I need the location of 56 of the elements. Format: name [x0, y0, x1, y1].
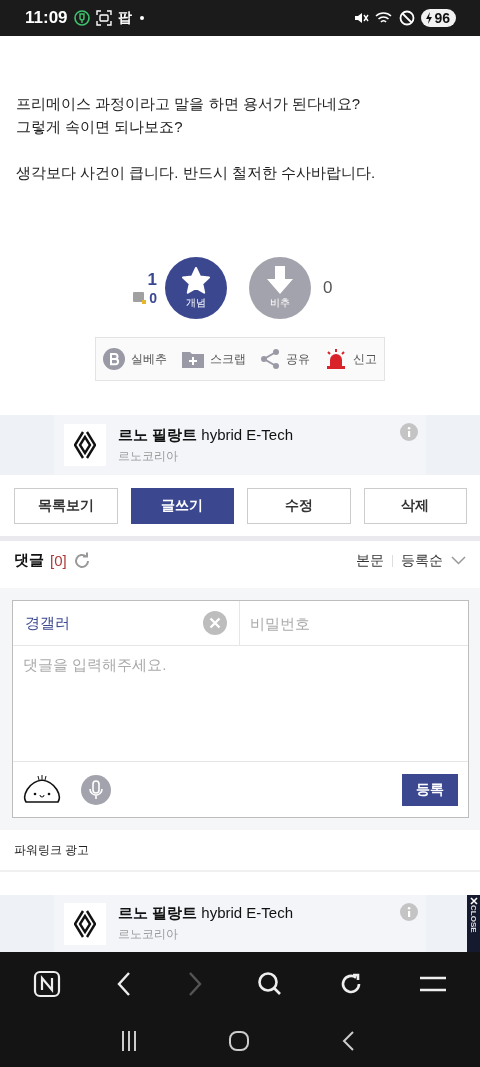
close-icon	[469, 897, 478, 905]
mute-icon	[353, 10, 370, 26]
share-icon	[260, 349, 281, 369]
board-button[interactable]: 글쓰기	[130, 488, 234, 524]
submit-button[interactable]: 등록	[402, 773, 458, 806]
notification-text: 팝	[117, 9, 132, 27]
back-button[interactable]	[116, 970, 132, 997]
back-button[interactable]	[341, 1031, 354, 1051]
app-notification-icon	[73, 10, 90, 26]
board-button[interactable]: 삭제	[363, 488, 467, 524]
advertiser-name: 르노코리아	[118, 926, 179, 943]
comments-title: 댓글	[14, 551, 44, 570]
nickname-field[interactable]: 경갤러	[23, 613, 203, 633]
ad-banner[interactable]: 르노 필랑트 hybrid E-Tech 르노코리아	[54, 415, 426, 475]
ad-title[interactable]: 르노 필랑트 hybrid E-Tech	[118, 425, 294, 445]
password-field[interactable]: 비밀번호	[240, 601, 468, 645]
recommend-button[interactable]: 실베추	[103, 348, 168, 370]
chevron-down-icon[interactable]	[451, 556, 466, 565]
siren-icon	[324, 349, 347, 369]
sort-option[interactable]: 본문	[356, 551, 384, 570]
recents-button[interactable]	[121, 1031, 138, 1051]
do-not-disturb-icon	[399, 10, 416, 26]
refresh-icon[interactable]	[72, 551, 91, 570]
report-button[interactable]: 신고	[324, 349, 377, 369]
diamond-logo-icon	[74, 908, 96, 939]
board-button[interactable]: 수정	[247, 488, 351, 524]
clock-time: 11:09	[25, 8, 68, 28]
home-button[interactable]	[229, 1031, 250, 1051]
board-button[interactable]: 목록보기	[14, 488, 118, 524]
star-icon	[182, 266, 210, 294]
comment-form[interactable]: 경갤러 비밀번호 댓글을 입력해주세요. 등록	[12, 600, 469, 818]
b-badge-icon	[103, 348, 126, 370]
dumpling-emoticon-icon[interactable]	[23, 773, 61, 806]
comment-count: [0]	[50, 552, 67, 569]
share-button[interactable]: 공유	[260, 349, 311, 369]
battery-indicator: 96	[421, 9, 456, 27]
menu-button[interactable]	[418, 975, 447, 992]
advertiser-name: 르노코리아	[118, 447, 179, 465]
diamond-logo-icon	[74, 430, 96, 460]
scrap-button[interactable]: 스크랩	[181, 350, 246, 368]
sort-option[interactable]: 등록순	[401, 551, 443, 570]
post-paragraph: 생각보다 사건이 큽니다. 반드시 철저한 수사바랍니다.	[16, 163, 377, 183]
ad-banner[interactable]: 르노 필랑트 hybrid E-Tech 르노코리아	[54, 895, 426, 952]
upvote-count: 1	[147, 270, 157, 290]
powerlink-title: 파워링크 광고	[14, 841, 90, 859]
fixed-user-icon	[133, 292, 148, 304]
screenshot-icon	[95, 10, 112, 26]
post-paragraph: 프리메이스 과정이라고 말을 하면 용서가 된다네요? 그렇게 속이면 되나보죠?	[16, 94, 362, 137]
ad-title[interactable]: 르노 필랑트 hybrid E-Tech	[118, 904, 294, 923]
downvote-count: 0	[323, 278, 334, 298]
close-tab[interactable]: CLOSE	[467, 895, 480, 952]
folder-plus-icon	[181, 350, 204, 368]
dot-icon	[139, 16, 144, 20]
arrow-down-icon	[267, 266, 293, 294]
upvote-button[interactable]: 개념	[165, 257, 227, 319]
fixed-upvote-count: 0	[149, 290, 157, 306]
